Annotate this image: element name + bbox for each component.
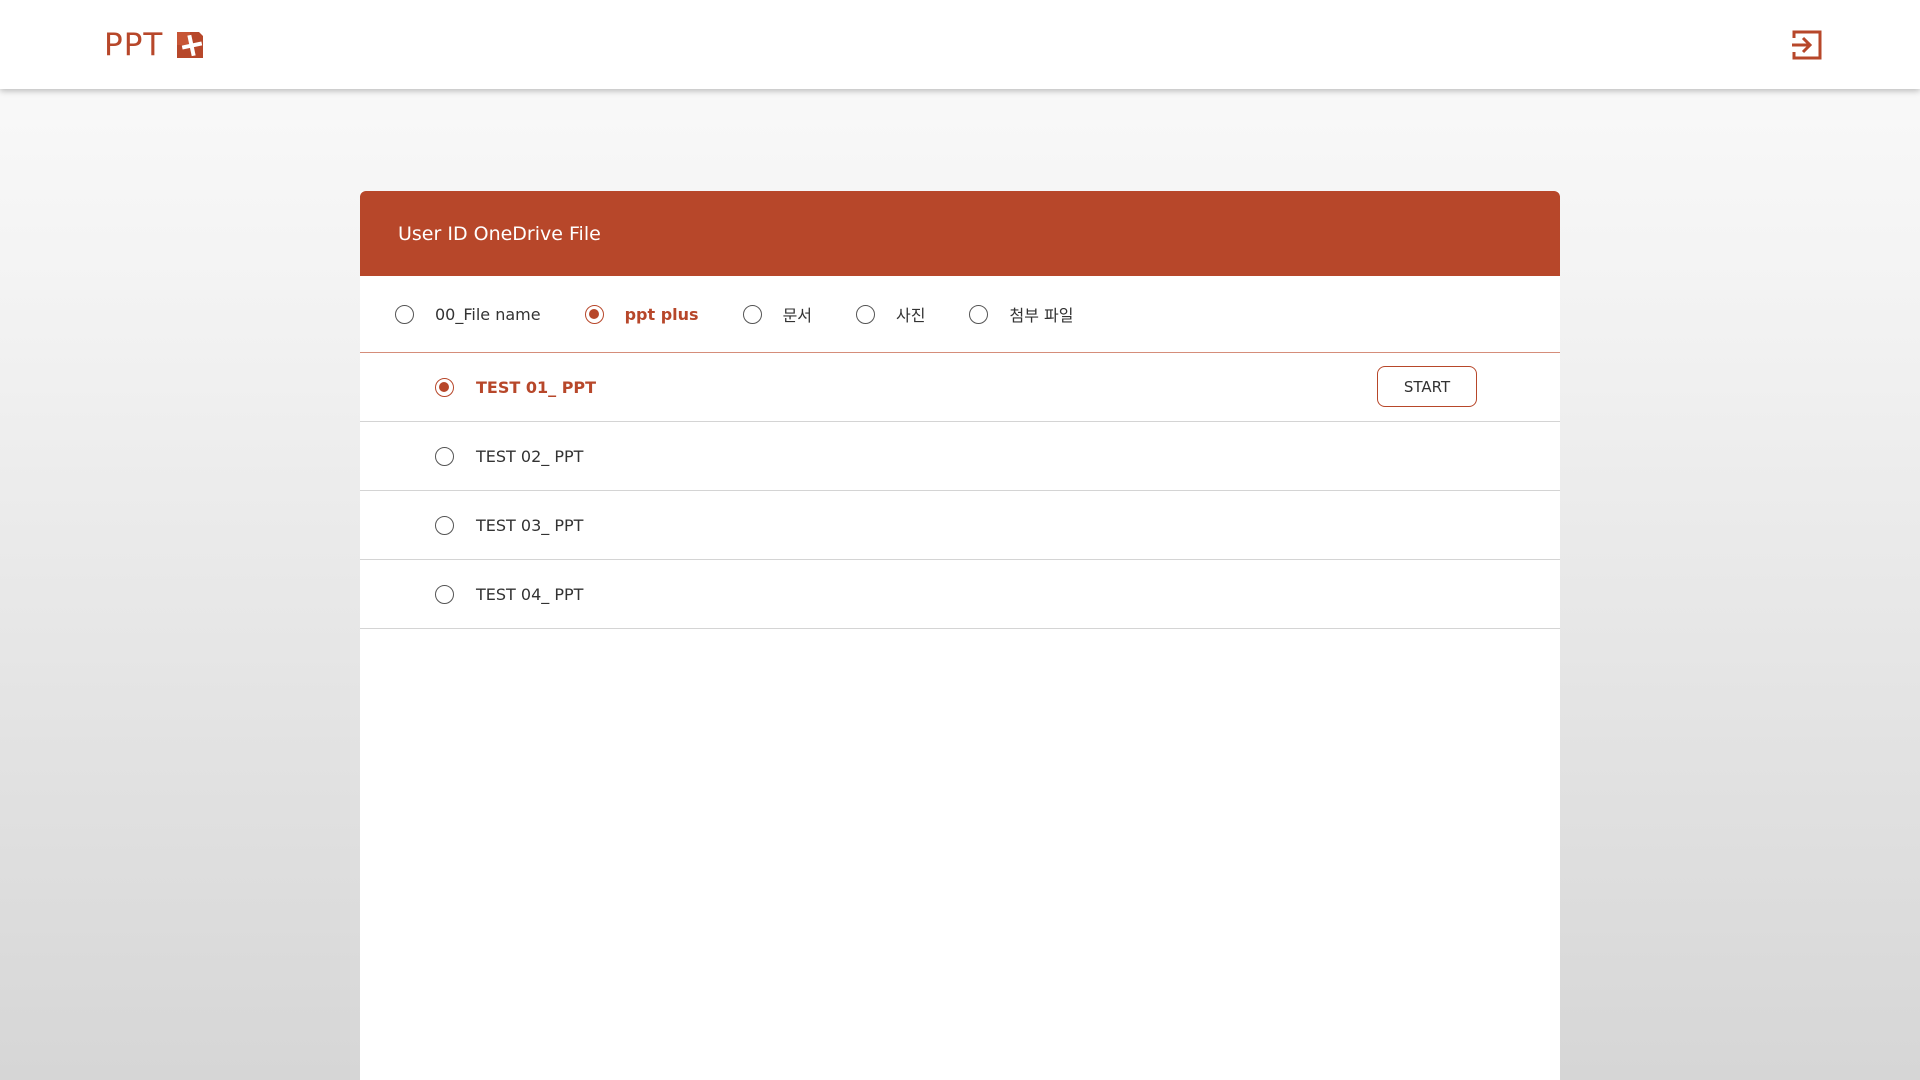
filter-option-label: 문서 [782,306,813,325]
radio-icon[interactable] [435,446,454,466]
file-row[interactable]: TEST 04_ PPT [360,560,1560,629]
start-button[interactable]: START [1377,366,1477,407]
radio-selected-icon[interactable] [435,377,454,397]
filter-option-label: ppt plus [624,304,699,324]
filter-option-label: 00_File name [435,304,541,324]
radio-selected-icon[interactable] [584,304,604,324]
filter-option-label: 사진 [896,306,926,325]
filter-tabs: 00_File name ppt plus 문서 사진 첨부 파일 [360,276,1560,353]
radio-icon[interactable] [395,304,414,324]
filter-option-file-name[interactable]: 00_File name [395,304,541,324]
file-row[interactable]: TEST 02_ PPT [360,422,1560,491]
panel-header: User ID OneDrive File [360,191,1560,276]
logo-text: PPT [104,27,164,63]
logout-icon[interactable] [1790,28,1824,62]
file-name: TEST 03_ PPT [476,515,584,535]
ppt-plus-logo-icon [177,30,207,58]
file-name: TEST 04_ PPT [476,584,584,604]
file-row[interactable]: TEST 01_ PPT START [360,353,1560,422]
radio-icon[interactable] [435,584,454,604]
file-name: TEST 01_ PPT [476,377,597,397]
radio-icon[interactable] [435,515,454,535]
filter-option-documents[interactable]: 문서 [742,302,813,326]
filter-option-ppt-plus[interactable]: ppt plus [584,304,699,324]
radio-icon[interactable] [742,304,762,324]
radio-icon[interactable] [969,304,989,324]
file-panel: User ID OneDrive File 00_File name ppt p… [360,191,1560,1080]
app-logo[interactable]: PPT [104,28,207,62]
panel-title: User ID OneDrive File [398,222,601,245]
file-name: TEST 02_ PPT [476,446,584,466]
filter-option-label: 첨부 파일 [1009,306,1074,325]
filter-option-photos[interactable]: 사진 [856,302,925,326]
filter-option-attachments[interactable]: 첨부 파일 [969,302,1073,326]
top-bar: PPT [0,0,1920,89]
file-row[interactable]: TEST 03_ PPT [360,491,1560,560]
radio-icon[interactable] [856,304,876,324]
